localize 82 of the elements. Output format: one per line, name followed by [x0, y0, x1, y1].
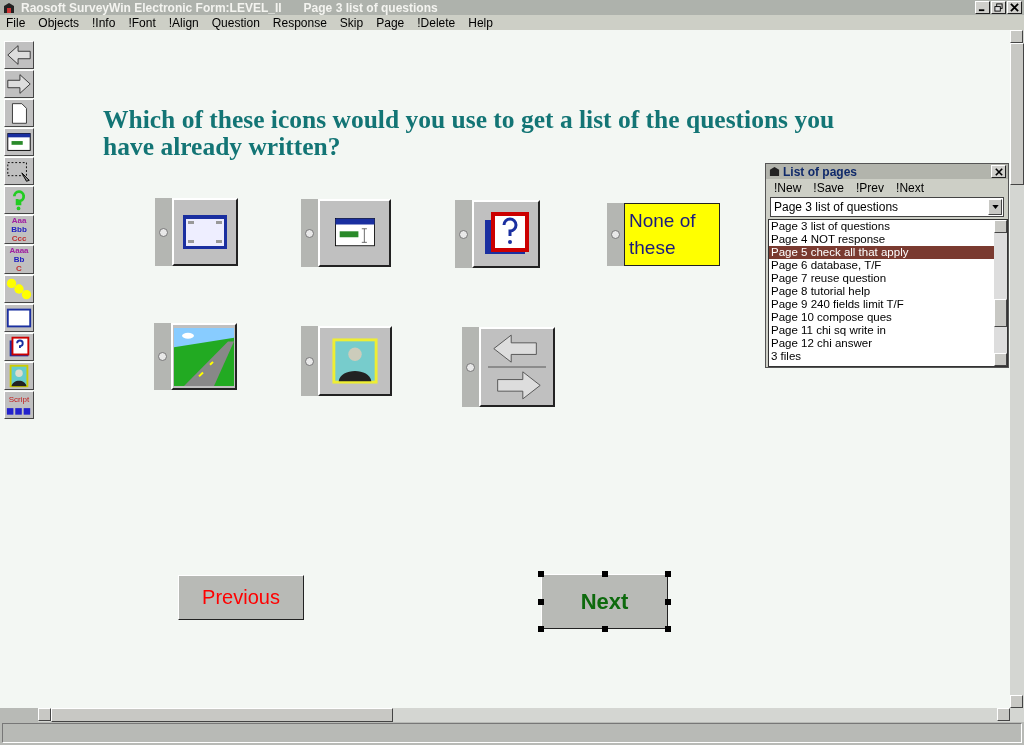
- icon-option[interactable]: [171, 323, 237, 390]
- menu-item[interactable]: !Align: [168, 15, 199, 30]
- page-title: Page 3 list of questions: [303, 0, 438, 15]
- option-label: Aaa: [11, 216, 27, 225]
- option-label: Bbb: [11, 225, 27, 234]
- vertical-scrollbar[interactable]: [1010, 30, 1024, 708]
- menu-item[interactable]: Objects: [38, 15, 80, 30]
- horizontal-scrollbar[interactable]: [38, 708, 1024, 722]
- portrait-icon: [331, 337, 379, 385]
- menu-item[interactable]: Skip: [339, 15, 364, 30]
- close-button[interactable]: [991, 165, 1006, 178]
- left-arrow-icon: [5, 43, 33, 67]
- toolbar-button[interactable]: [4, 333, 34, 361]
- menu-item[interactable]: Question: [211, 15, 260, 30]
- menu-item[interactable]: !Prev: [856, 181, 885, 195]
- menu-item[interactable]: Page: [376, 15, 405, 30]
- toolbar-button[interactable]: [4, 70, 34, 98]
- list-item[interactable]: Page 8 tutorial help: [769, 285, 994, 298]
- question-text: Which of these icons would you use to get a list of the questions you have already written?: [103, 106, 836, 160]
- toolbar-button[interactable]: [4, 304, 34, 332]
- option-label: Aaaa: [9, 246, 29, 255]
- option-label: Ccc: [11, 234, 27, 243]
- option-label: Bb: [12, 255, 26, 264]
- toolbar-button[interactable]: [4, 128, 34, 156]
- list-item[interactable]: Page 3 list of questions: [769, 220, 994, 233]
- right-arrow-icon: [5, 72, 33, 96]
- page-dropdown[interactable]: Page 3 list of questions: [770, 197, 1004, 217]
- toolbar-button[interactable]: [4, 41, 34, 69]
- frame-icon: [5, 306, 33, 330]
- toolbar-button[interactable]: [4, 157, 34, 185]
- list-item[interactable]: Page 9 240 fields limit T/F: [769, 298, 994, 311]
- toolbar-button[interactable]: Aaaa Bb C: [4, 245, 34, 274]
- menu-item[interactable]: File: [6, 15, 26, 30]
- window-title: Raosoft SurveyWin Electronic Form:LEVEL_II: [21, 0, 282, 15]
- restore-icon: [994, 3, 1003, 12]
- radio-button[interactable]: [459, 229, 468, 239]
- close-icon: [1010, 3, 1019, 12]
- selection-icon: [5, 159, 33, 183]
- menu-item[interactable]: !Next: [896, 181, 925, 195]
- list-item[interactable]: Page 12 chi answer: [769, 337, 994, 350]
- list-item[interactable]: Page 11 chi sq write in: [769, 324, 994, 337]
- toolbar-button[interactable]: [4, 186, 34, 214]
- answer-option[interactable]: None of these: [624, 203, 720, 266]
- close-button[interactable]: [1007, 1, 1022, 14]
- icon-option[interactable]: [318, 326, 392, 396]
- minimize-button[interactable]: [975, 1, 990, 14]
- frame-icon: [180, 212, 230, 252]
- menu-item[interactable]: !Save: [813, 181, 845, 195]
- scrollbar[interactable]: [994, 220, 1007, 366]
- app-icon: [769, 166, 780, 177]
- close-icon: [994, 167, 1003, 176]
- radio-button[interactable]: [158, 352, 167, 361]
- menu-item[interactable]: !Info: [92, 15, 116, 30]
- toolbar-button[interactable]: [4, 99, 34, 127]
- restore-button[interactable]: [991, 1, 1006, 14]
- radio-button[interactable]: [611, 230, 620, 239]
- menu-item[interactable]: Help: [468, 15, 493, 30]
- list-item[interactable]: Page 7 reuse question: [769, 272, 994, 285]
- menu-item[interactable]: !Font: [128, 15, 156, 30]
- list-item[interactable]: Page 5 check all that apply: [769, 246, 994, 259]
- list-item[interactable]: Page 6 database, T/F: [769, 259, 994, 272]
- radio-button[interactable]: [466, 362, 475, 372]
- option-label: C: [15, 264, 23, 273]
- list-item[interactable]: Page 10 compose ques: [769, 311, 994, 324]
- toolbar-button[interactable]: Aaa Bbb Ccc: [4, 215, 34, 244]
- menu-item[interactable]: !Delete: [417, 15, 456, 30]
- window-icon: [5, 130, 33, 154]
- icon-option[interactable]: [472, 200, 540, 268]
- script-label: Script: [8, 394, 30, 404]
- icon-option[interactable]: [172, 198, 238, 266]
- radio-button[interactable]: [305, 356, 314, 366]
- list-item[interactable]: 3 files: [769, 350, 994, 363]
- icon-option[interactable]: [318, 199, 391, 267]
- app-icon: [3, 1, 15, 14]
- list-item[interactable]: Page 4 NOT response: [769, 233, 994, 246]
- radio-button[interactable]: [159, 227, 168, 237]
- radio-button[interactable]: [305, 228, 314, 238]
- menu-item[interactable]: Response: [272, 15, 327, 30]
- menu-item[interactable]: !New: [774, 181, 802, 195]
- icon-option[interactable]: [479, 327, 555, 407]
- panel-title: List of pages: [783, 164, 857, 179]
- toolbar-button[interactable]: [4, 362, 34, 390]
